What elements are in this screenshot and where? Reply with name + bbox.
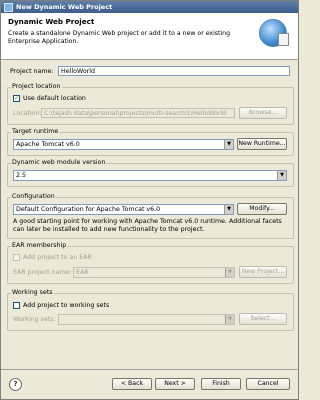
browse-button[interactable]: Browse... <box>239 107 287 119</box>
ear-project-value: EAR <box>76 269 89 276</box>
module-version-select[interactable]: 2.5 ▼ <box>13 170 287 181</box>
module-version-value: 2.5 <box>16 172 27 179</box>
footer-divider <box>1 369 298 370</box>
configuration-select[interactable]: Default Configuration for Apache Tomcat … <box>13 204 234 215</box>
module-version-title: Dynamic web module version <box>11 159 107 166</box>
globe-wizard-icon <box>259 19 289 47</box>
configuration-description: A good starting point for working with A… <box>13 218 282 233</box>
add-to-ear-label: Add project to an EAR <box>23 254 92 261</box>
wizard-banner: Dynamic Web Project Create a standalone … <box>1 13 298 60</box>
project-location-group <box>7 87 294 125</box>
ear-membership-group <box>7 246 294 284</box>
chevron-down-icon[interactable]: ▼ <box>225 315 234 324</box>
working-sets-title: Working sets <box>11 289 54 296</box>
target-runtime-title: Target runtime <box>11 128 60 135</box>
new-project-button[interactable]: New Project... <box>239 266 287 278</box>
working-sets-select[interactable]: ▼ <box>58 314 235 325</box>
banner-description: Create a standalone Dynamic Web project … <box>8 30 231 45</box>
add-to-ear-checkbox[interactable] <box>13 254 20 261</box>
window-title: New Dynamic Web Project <box>16 3 113 11</box>
next-button[interactable]: Next > <box>155 378 195 390</box>
modify-button[interactable]: Modify... <box>237 203 287 215</box>
use-default-location-label: Use default location <box>23 95 86 102</box>
chevron-down-icon[interactable]: ▼ <box>224 140 233 149</box>
chevron-down-icon[interactable]: ▼ <box>224 205 233 214</box>
title-bar: New Dynamic Web Project <box>1 1 298 13</box>
configuration-title: Configuration <box>11 193 56 200</box>
use-default-location-checkbox[interactable]: ✓ <box>13 95 20 102</box>
configuration-value: Default Configuration for Apache Tomcat … <box>16 206 161 213</box>
location-label: Location: <box>13 110 42 117</box>
back-button[interactable]: < Back <box>112 378 152 390</box>
target-runtime-value: Apache Tomcat v6.0 <box>16 141 80 148</box>
select-working-sets-button[interactable]: Select... <box>239 313 287 325</box>
working-sets-group <box>7 293 294 331</box>
project-name-label: Project name: <box>10 68 54 75</box>
ear-project-select[interactable]: EAR ▼ <box>73 267 235 278</box>
wizard-window: New Dynamic Web Project Dynamic Web Proj… <box>0 0 299 400</box>
ear-project-name-label: EAR project name: <box>13 269 72 276</box>
finish-button[interactable]: Finish <box>201 378 241 390</box>
ear-membership-title: EAR membership <box>11 242 68 249</box>
banner-title: Dynamic Web Project <box>8 17 95 26</box>
cancel-button[interactable]: Cancel <box>246 378 290 390</box>
window-icon <box>4 2 13 12</box>
chevron-down-icon[interactable]: ▼ <box>225 268 234 277</box>
target-runtime-select[interactable]: Apache Tomcat v6.0 ▼ <box>13 139 234 150</box>
project-name-input[interactable]: HelloWorld <box>58 66 290 76</box>
chevron-down-icon[interactable]: ▼ <box>277 171 286 180</box>
add-to-working-sets-checkbox[interactable] <box>13 302 20 309</box>
help-icon[interactable]: ? <box>9 378 22 391</box>
location-input[interactable]: C:\tejash data\personal\projects\multi-s… <box>41 108 235 118</box>
project-location-title: Project location <box>11 83 62 90</box>
working-sets-label: Working sets: <box>13 316 56 323</box>
add-to-working-sets-label: Add project to working sets <box>23 302 110 309</box>
new-runtime-button[interactable]: New Runtime... <box>237 138 287 150</box>
